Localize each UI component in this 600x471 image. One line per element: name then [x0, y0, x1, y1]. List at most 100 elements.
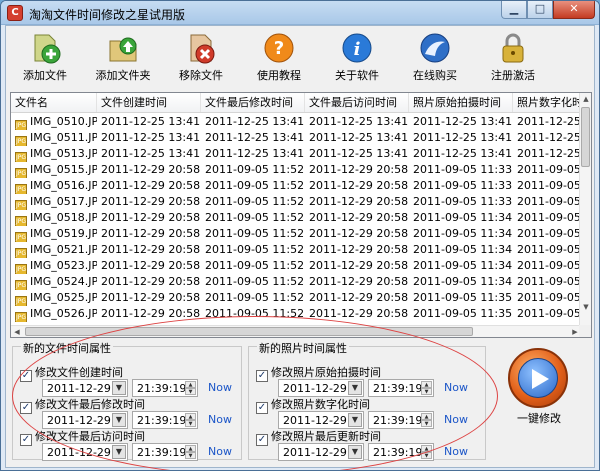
- scroll-left-icon[interactable]: ◀: [11, 326, 23, 337]
- jpg-file-icon: JPG: [15, 264, 27, 274]
- calendar-dropdown-icon[interactable]: ▼: [348, 381, 362, 395]
- spin-up-icon[interactable]: ▲: [185, 445, 196, 452]
- file-table[interactable]: 文件名 文件创建时间 文件最后修改时间 文件最后访问时间 照片原始拍摄时间 照片…: [10, 92, 592, 338]
- column-header[interactable]: 照片数字化时间: [513, 93, 581, 112]
- time-picker[interactable]: 21:39:19 ▲ ▼: [132, 379, 198, 397]
- register-button[interactable]: 注册激活: [474, 26, 552, 90]
- close-button[interactable]: ✕: [553, 1, 595, 19]
- time-cell: 2011-12-29 20:58:17: [305, 210, 409, 226]
- minimize-button[interactable]: ▁: [501, 1, 527, 19]
- toolbar: 添加文件 添加文件夹 移除文件 ? 使用教程 i 关于软件 在线购买 注册激活: [6, 26, 594, 90]
- time-picker[interactable]: 21:39:19 ▲ ▼: [132, 443, 198, 461]
- cell-text: IMG_0524.JPG: [30, 275, 97, 288]
- table-row[interactable]: JPGIMG_0515.JPG 2011-12-29 20:58:16 2011-0…: [11, 162, 581, 178]
- table-row[interactable]: JPGIMG_0513.JPG 2011-12-25 13:41:03 2011-1…: [11, 146, 581, 162]
- now-link[interactable]: Now: [444, 413, 468, 426]
- time-spinner[interactable]: ▲ ▼: [421, 445, 432, 459]
- table-row[interactable]: JPGIMG_0519.JPG 2011-12-29 20:58:17 2011-0…: [11, 226, 581, 242]
- checkbox[interactable]: ✓: [20, 370, 32, 382]
- table-row[interactable]: JPGIMG_0525.JPG 2011-12-29 20:58:17 2011-0…: [11, 290, 581, 306]
- time-picker[interactable]: 21:39:19 ▲ ▼: [368, 411, 434, 429]
- checkbox[interactable]: ✓: [20, 402, 32, 414]
- maximize-button[interactable]: □: [527, 1, 553, 19]
- spin-up-icon[interactable]: ▲: [185, 413, 196, 420]
- spin-down-icon[interactable]: ▼: [185, 388, 196, 395]
- horizontal-scrollbar[interactable]: ◀ ▶: [11, 325, 581, 337]
- column-header[interactable]: 文件创建时间: [97, 93, 201, 112]
- scroll-up-icon[interactable]: ▲: [580, 93, 591, 105]
- calendar-dropdown-icon[interactable]: ▼: [348, 413, 362, 427]
- table-row[interactable]: JPGIMG_0524.JPG 2011-12-29 20:58:17 2011-0…: [11, 274, 581, 290]
- time-picker[interactable]: 21:39:19 ▲ ▼: [368, 379, 434, 397]
- date-picker[interactable]: 2011-12-29 ▼: [42, 379, 128, 397]
- date-value: 2011-12-29: [47, 414, 111, 427]
- calendar-dropdown-icon[interactable]: ▼: [112, 413, 126, 427]
- option-label: 修改文件创建时间: [35, 366, 123, 379]
- table-row[interactable]: JPGIMG_0517.JPG 2011-12-29 20:58:17 2011-0…: [11, 194, 581, 210]
- spin-up-icon[interactable]: ▲: [185, 381, 196, 388]
- jpg-file-icon: JPG: [15, 184, 27, 194]
- checkbox[interactable]: ✓: [256, 434, 268, 446]
- calendar-dropdown-icon[interactable]: ▼: [112, 445, 126, 459]
- table-row[interactable]: JPGIMG_0510.JPG 2011-12-25 13:41:03 2011-1…: [11, 114, 581, 130]
- now-link[interactable]: Now: [444, 381, 468, 394]
- date-picker[interactable]: 2011-12-29 ▼: [42, 411, 128, 429]
- now-link[interactable]: Now: [208, 381, 232, 394]
- checkbox[interactable]: ✓: [20, 434, 32, 446]
- checkbox[interactable]: ✓: [256, 402, 268, 414]
- spin-up-icon[interactable]: ▲: [421, 413, 432, 420]
- time-picker[interactable]: 21:39:19 ▲ ▼: [368, 443, 434, 461]
- time-spinner[interactable]: ▲ ▼: [185, 381, 196, 395]
- buy-online-button[interactable]: 在线购买: [396, 26, 474, 90]
- add-folder-button[interactable]: 添加文件夹: [84, 26, 162, 90]
- calendar-dropdown-icon[interactable]: ▼: [348, 445, 362, 459]
- cell-text: 2011-09-05: [517, 163, 581, 176]
- spin-down-icon[interactable]: ▼: [421, 452, 432, 459]
- table-row[interactable]: JPGIMG_0511.JPG 2011-12-25 13:41:03 2011-1…: [11, 130, 581, 146]
- scroll-thumb[interactable]: [25, 327, 473, 336]
- now-link[interactable]: Now: [444, 445, 468, 458]
- checkbox[interactable]: ✓: [256, 370, 268, 382]
- date-picker[interactable]: 2011-12-29 ▼: [278, 411, 364, 429]
- add-file-button[interactable]: 添加文件: [6, 26, 84, 90]
- date-picker[interactable]: 2011-12-29 ▼: [278, 443, 364, 461]
- spin-down-icon[interactable]: ▼: [421, 420, 432, 427]
- table-row[interactable]: JPGIMG_0516.JPG 2011-12-29 20:58:17 2011-0…: [11, 178, 581, 194]
- app-window: C 淘淘文件时间修改之星试用版 ▁ □ ✕ 添加文件 添加文件夹 移除文件 ? …: [0, 0, 600, 471]
- vertical-scrollbar[interactable]: ▲ ▼: [579, 93, 591, 325]
- cell-text: 2011-12-29 20:58:17: [309, 227, 409, 240]
- column-header[interactable]: 文件名: [11, 93, 97, 112]
- date-picker[interactable]: 2011-12-29 ▼: [42, 443, 128, 461]
- scroll-thumb[interactable]: [581, 107, 590, 167]
- table-row[interactable]: JPGIMG_0523.JPG 2011-12-29 20:58:17 2011-0…: [11, 258, 581, 274]
- time-spinner[interactable]: ▲ ▼: [421, 381, 432, 395]
- spin-down-icon[interactable]: ▼: [185, 452, 196, 459]
- time-cell: 2011-12-25 13:41:03: [409, 114, 513, 130]
- now-link[interactable]: Now: [208, 413, 232, 426]
- spin-down-icon[interactable]: ▼: [185, 420, 196, 427]
- time-spinner[interactable]: ▲ ▼: [421, 413, 432, 427]
- column-header[interactable]: 文件最后访问时间: [305, 93, 409, 112]
- time-cell: 2011-12-25 13:41:03: [201, 146, 305, 162]
- about-button[interactable]: i 关于软件: [318, 26, 396, 90]
- time-cell: 2011-09-05 11:52:13: [201, 178, 305, 194]
- date-picker[interactable]: 2011-12-29 ▼: [278, 379, 364, 397]
- calendar-dropdown-icon[interactable]: ▼: [112, 381, 126, 395]
- time-picker[interactable]: 21:39:19 ▲ ▼: [132, 411, 198, 429]
- time-spinner[interactable]: ▲ ▼: [185, 413, 196, 427]
- spin-up-icon[interactable]: ▲: [421, 445, 432, 452]
- table-row[interactable]: JPGIMG_0521.JPG 2011-12-29 20:58:17 2011-0…: [11, 242, 581, 258]
- tutorial-button[interactable]: ? 使用教程: [240, 26, 318, 90]
- now-link[interactable]: Now: [208, 445, 232, 458]
- spin-down-icon[interactable]: ▼: [421, 388, 432, 395]
- file-name-cell: JPGIMG_0510.JPG: [11, 114, 97, 130]
- table-row[interactable]: JPGIMG_0526.JPG 2011-12-29 20:58:17 2011-0…: [11, 306, 581, 322]
- time-spinner[interactable]: ▲ ▼: [185, 445, 196, 459]
- column-header[interactable]: 文件最后修改时间: [201, 93, 305, 112]
- remove-file-button[interactable]: 移除文件: [162, 26, 240, 90]
- table-row[interactable]: JPGIMG_0518.JPG 2011-12-29 20:58:17 2011-0…: [11, 210, 581, 226]
- spin-up-icon[interactable]: ▲: [421, 381, 432, 388]
- scroll-down-icon[interactable]: ▼: [580, 301, 591, 313]
- column-header[interactable]: 照片原始拍摄时间: [409, 93, 513, 112]
- apply-button[interactable]: [508, 348, 568, 408]
